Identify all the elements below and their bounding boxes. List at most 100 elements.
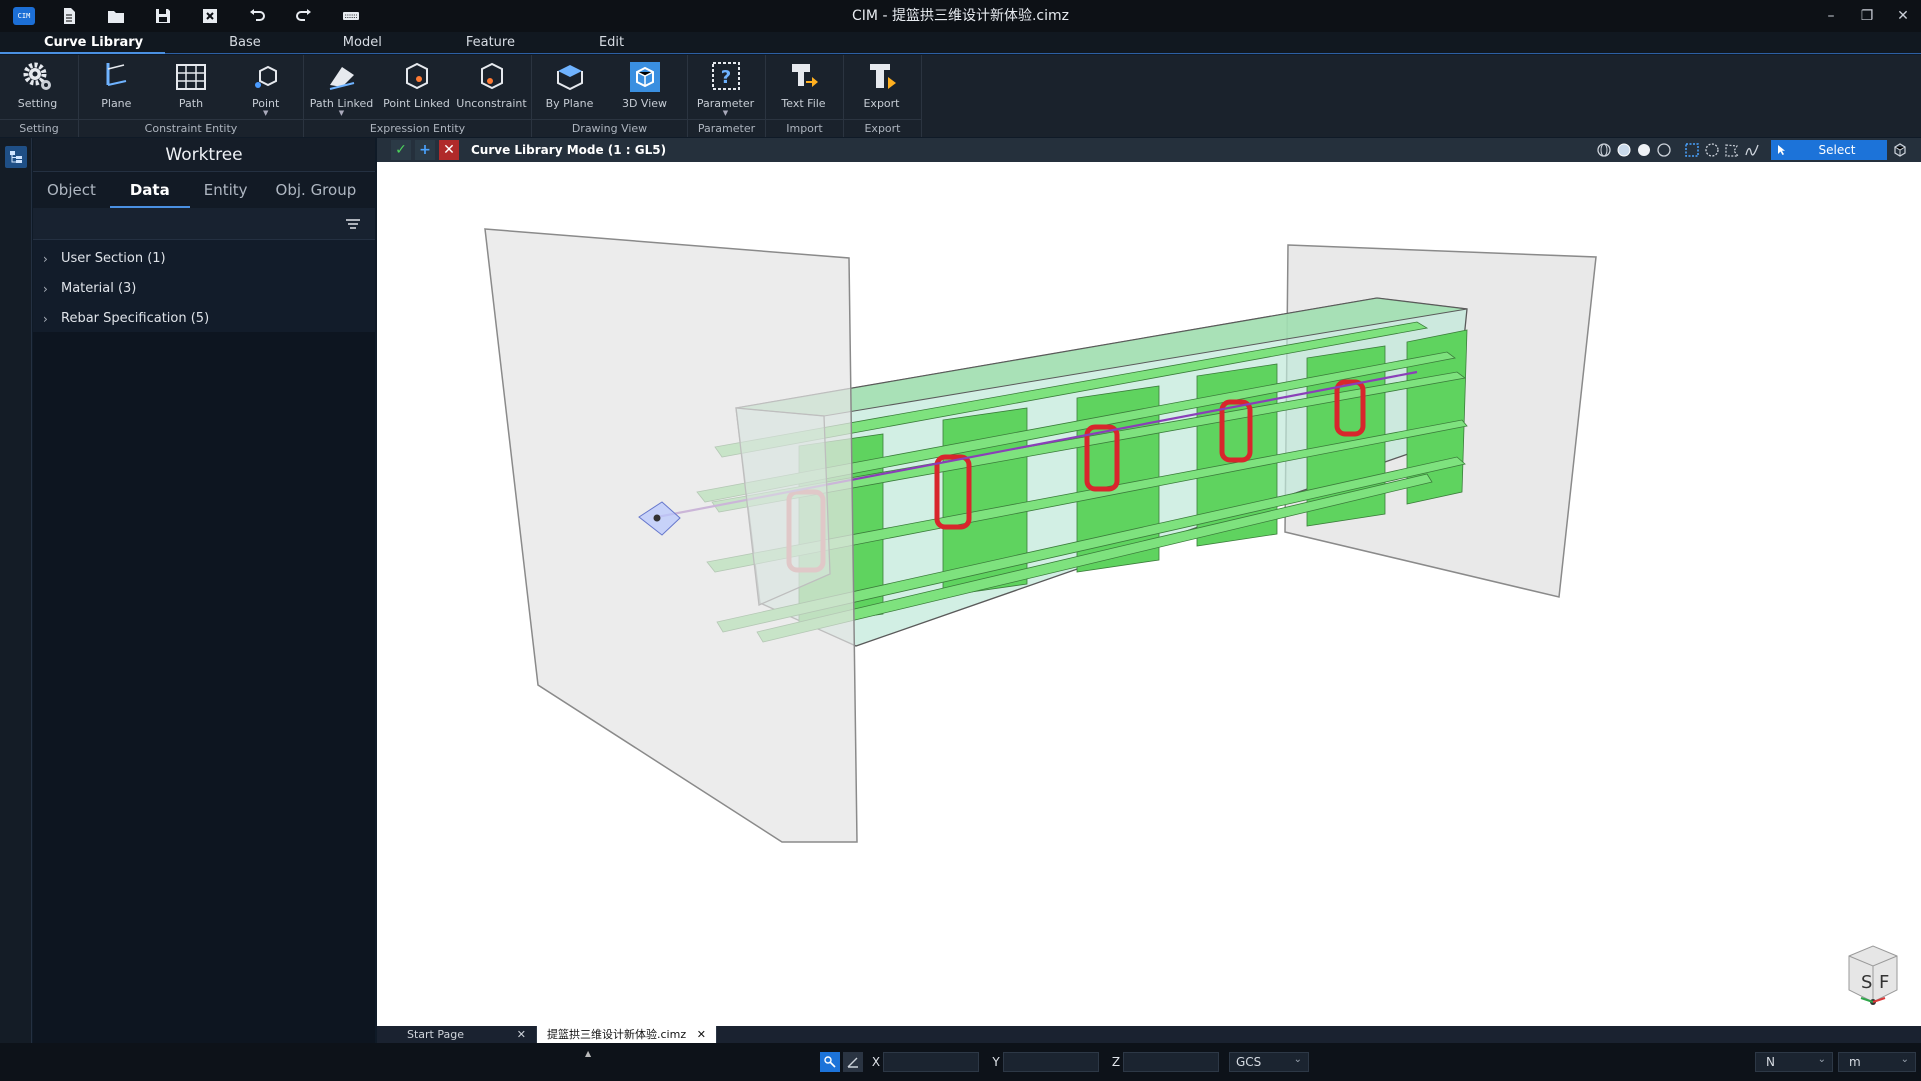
svg-text:?: ? — [720, 67, 730, 88]
group-label-expression-entity: Expression Entity — [304, 119, 531, 137]
by-plane-icon — [556, 65, 583, 91]
tab-feature[interactable]: Feature — [446, 32, 535, 54]
undo-button[interactable] — [241, 2, 273, 30]
plane-icon — [106, 63, 127, 86]
ortho-toggle-button[interactable] — [843, 1052, 863, 1072]
close-window-button[interactable]: ✕ — [1885, 0, 1921, 32]
close-tab-icon[interactable]: ✕ — [517, 1026, 526, 1043]
view-controls: Select — [1593, 140, 1909, 160]
worktree-tab-object[interactable]: Object — [33, 172, 110, 208]
ribbon: Setting Setting Plane Path Point ▼ Const… — [0, 55, 1921, 137]
force-unit-select[interactable]: N — [1755, 1051, 1833, 1072]
parameter-button[interactable]: ? Parameter ▼ — [688, 59, 763, 117]
list-item[interactable]: › Material (3) — [33, 274, 375, 304]
export-icon — [869, 64, 896, 89]
snap-toggle-button[interactable] — [820, 1052, 840, 1072]
keyboard-icon — [343, 12, 359, 20]
3d-view-button[interactable]: 3D View — [607, 59, 682, 110]
save-button[interactable] — [147, 2, 179, 30]
tree-icon — [10, 151, 22, 163]
shade-mode-button[interactable] — [1615, 141, 1633, 159]
wire-mode-button[interactable] — [1655, 141, 1673, 159]
doc-tab-start-page[interactable]: Start Page ✕ — [397, 1026, 537, 1043]
export-button[interactable]: Export — [844, 59, 919, 110]
x-coordinate-input[interactable] — [883, 1052, 979, 1072]
box-select-button[interactable] — [1683, 141, 1701, 159]
solid-mode-button[interactable] — [1635, 141, 1653, 159]
circle-select-button[interactable] — [1703, 141, 1721, 159]
tab-edit[interactable]: Edit — [579, 32, 644, 54]
expand-panel-icon[interactable]: ▲ — [585, 1049, 591, 1058]
coordinate-system-select[interactable]: GCS — [1229, 1051, 1309, 1072]
worktree-toggle-button[interactable] — [5, 146, 27, 168]
point-linked-button[interactable]: Point Linked — [379, 59, 454, 110]
polygon-select-button[interactable] — [1723, 141, 1741, 159]
point-button[interactable]: Point ▼ — [228, 59, 303, 117]
restore-icon: ❐ — [1860, 8, 1874, 24]
open-file-button[interactable] — [100, 2, 132, 30]
group-label-parameter: Parameter — [688, 119, 765, 137]
text-file-button[interactable]: Text File — [766, 59, 841, 110]
cancel-button[interactable]: ✕ — [439, 140, 459, 160]
z-label: Z — [1111, 1055, 1121, 1069]
worktree-tab-entity[interactable]: Entity — [190, 172, 262, 208]
close-icon: ✕ — [443, 142, 455, 158]
length-unit-select[interactable]: m — [1838, 1051, 1916, 1072]
keyboard-button[interactable] — [335, 2, 367, 30]
y-coordinate-input[interactable] — [1003, 1052, 1099, 1072]
tab-curve-library[interactable]: Curve Library — [0, 32, 166, 54]
redo-button[interactable] — [288, 2, 320, 30]
group-label-drawing-view: Drawing View — [532, 119, 687, 137]
chevron-right-icon[interactable]: › — [43, 244, 61, 274]
navcube-face-f[interactable]: F — [1879, 972, 1889, 993]
plane-label: Plane — [101, 97, 132, 110]
close-tab-icon[interactable]: ✕ — [697, 1026, 706, 1043]
cube-view-icon — [629, 62, 660, 92]
text-file-label: Text File — [781, 97, 826, 110]
restore-button[interactable]: ❐ — [1849, 0, 1885, 32]
select-mode-button[interactable]: Select — [1771, 140, 1887, 160]
setting-button[interactable]: Setting — [0, 59, 75, 110]
new-file-button[interactable] — [53, 2, 85, 30]
chevron-right-icon[interactable]: › — [43, 274, 61, 304]
minimize-button[interactable]: – — [1813, 0, 1849, 32]
ribbon-tabs: Curve Library Base Model Feature Edit — [0, 32, 1921, 54]
3d-model-scene[interactable] — [377, 162, 1921, 1026]
save-icon — [156, 9, 170, 23]
path-linked-button[interactable]: Path Linked ▼ — [304, 59, 379, 117]
freehand-select-button[interactable] — [1743, 141, 1761, 159]
navcube-face-s[interactable]: S — [1861, 972, 1872, 993]
worktree-tab-data[interactable]: Data — [109, 172, 190, 208]
ribbon-group-parameter: ? Parameter ▼ Parameter — [688, 55, 766, 137]
3d-viewport[interactable]: S F — [377, 162, 1921, 1026]
chevron-right-icon[interactable]: › — [43, 304, 61, 334]
view-cube-toggle-button[interactable] — [1891, 141, 1909, 159]
path-button[interactable]: Path — [154, 59, 229, 110]
solid-sphere-icon — [1638, 144, 1650, 156]
path-linked-dropdown-icon[interactable]: ▼ — [339, 110, 344, 117]
z-coordinate-input[interactable] — [1123, 1052, 1219, 1072]
ribbon-group-import: Text File Import — [766, 55, 844, 137]
worktree-tab-obj-group[interactable]: Obj. Group — [262, 172, 371, 208]
tab-model[interactable]: Model — [323, 32, 402, 54]
unconstraint-button[interactable]: Unconstraint — [454, 59, 529, 110]
list-item[interactable]: › User Section (1) — [33, 244, 375, 274]
point-linked-label: Point Linked — [383, 97, 450, 110]
confirm-button[interactable]: ✓ — [391, 140, 411, 160]
sort-icon[interactable] — [345, 217, 361, 231]
close-file-button[interactable] — [194, 2, 226, 30]
doc-tab-active-file[interactable]: 提篮拱三维设计新体验.cimz ✕ — [537, 1026, 717, 1043]
add-button[interactable]: + — [415, 140, 435, 160]
app-menu-button[interactable]: CIM — [8, 2, 40, 30]
plane-button[interactable]: Plane — [79, 59, 154, 110]
point-dropdown-icon[interactable]: ▼ — [263, 110, 268, 117]
tab-base[interactable]: Base — [209, 32, 281, 54]
point-linked-icon — [405, 62, 428, 90]
group-label-setting: Setting — [0, 119, 78, 137]
parameter-dropdown-icon[interactable]: ▼ — [723, 110, 728, 117]
by-plane-button[interactable]: By Plane — [532, 59, 607, 110]
reference-plane-left[interactable] — [484, 228, 858, 843]
view-orbit-button[interactable] — [1595, 141, 1613, 159]
list-item[interactable]: › Rebar Specification (5) — [33, 304, 375, 334]
navigation-cube[interactable]: S F — [1841, 942, 1905, 1006]
